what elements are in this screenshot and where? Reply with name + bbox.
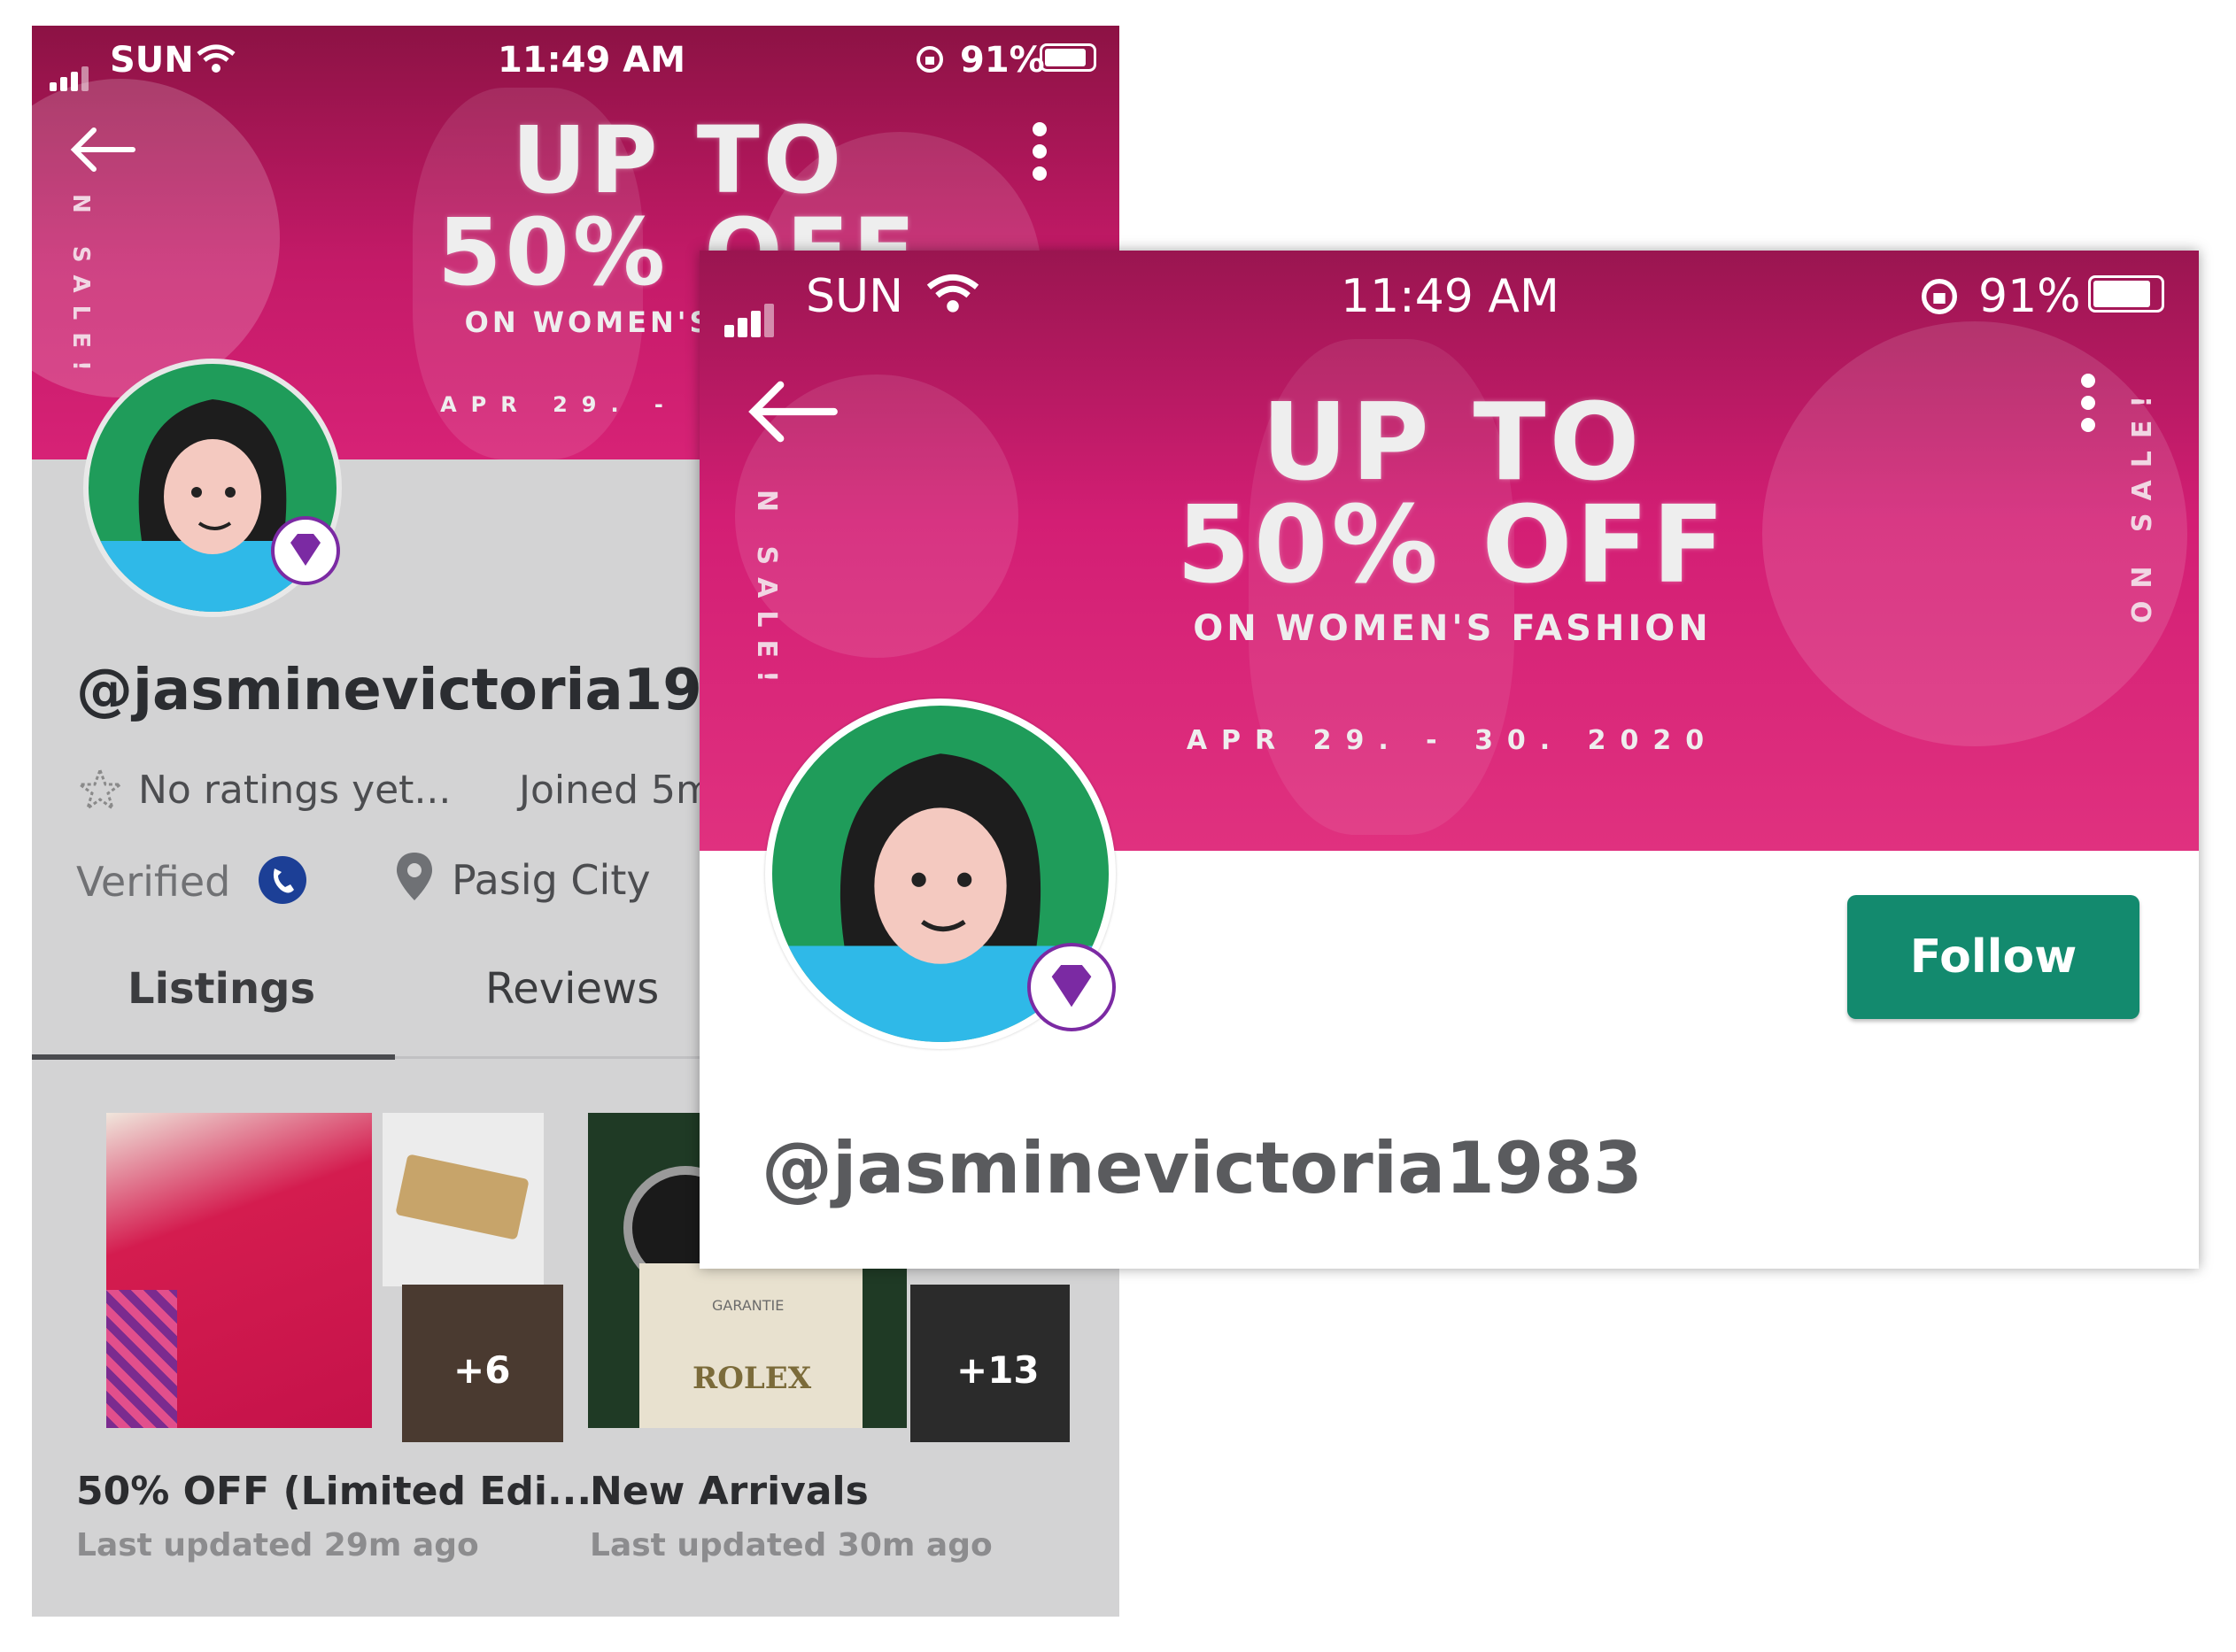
collection-title: New Arrivals [590, 1469, 869, 1514]
battery-icon [2088, 275, 2164, 313]
more-count: +13 [956, 1348, 1040, 1392]
status-time: 11:49 AM [1341, 270, 1559, 323]
promo-line-1: UP TO [1261, 382, 1644, 505]
collection-image-more: +6 [402, 1285, 563, 1442]
tab-active-indicator [32, 1054, 395, 1060]
collection-subtitle: Last updated 29m ago [76, 1527, 479, 1563]
promo-text: UP TO 50% OFF ON WOMEN'S FASHION APR 29.… [1125, 382, 1780, 757]
more-count: +6 [453, 1348, 511, 1392]
star-icon [75, 766, 125, 817]
username: @jasminevictoria1983 [762, 1127, 1643, 1209]
follow-button[interactable]: Follow [1847, 895, 2139, 1019]
battery-icon [1040, 43, 1096, 72]
status-bar: SUN 11:49 AM 91% [700, 261, 2199, 337]
promo-line-2: 50% OFF [1176, 484, 1729, 607]
tab-listings[interactable]: Listings [128, 964, 315, 1014]
ratings-text: No ratings yet... [138, 768, 452, 813]
joined-text: Joined 5m [519, 768, 714, 813]
tab-reviews[interactable]: Reviews [485, 964, 659, 1014]
location-text: Pasig City [452, 856, 651, 904]
more-vert-icon[interactable] [1033, 114, 1047, 189]
signal-icon [50, 50, 92, 91]
premium-badge [1027, 943, 1116, 1031]
rotation-lock-icon [914, 43, 946, 84]
signal-icon [724, 284, 778, 337]
diamond-icon [290, 534, 321, 566]
brand-subtext: GARANTIE [712, 1297, 785, 1314]
back-arrow-icon[interactable] [67, 123, 138, 180]
phone-icon [257, 854, 308, 909]
brand-text: ROLEX [692, 1361, 812, 1396]
collection-title: 50% OFF (Limited Edi... [76, 1469, 592, 1514]
battery-percent: 91% [960, 40, 1045, 81]
premium-badge [271, 516, 340, 585]
carrier-label: SUN [110, 40, 194, 81]
diamond-icon [1051, 965, 1092, 1007]
rotation-lock-icon [1918, 275, 1961, 329]
battery-percent: 91% [1978, 270, 2081, 323]
banner-side-text-left: N SALE! [67, 194, 94, 383]
status-bar: SUN 11:49 AM 91% [32, 33, 1119, 91]
collection-image-wallet [383, 1113, 544, 1286]
wifi-icon [197, 42, 236, 82]
location-pin-icon [393, 851, 436, 907]
collection-image-main [106, 1113, 372, 1428]
username: @jasminevictoria1983 [76, 658, 781, 723]
promo-line-3: ON WOMEN'S FASHION [1193, 608, 1712, 649]
zoomed-profile-header: SUN 11:49 AM 91% N SALE! ON SALE! UP TO … [700, 251, 2199, 1269]
back-arrow-icon[interactable] [744, 374, 841, 452]
banner-side-text-left: N SALE! [751, 490, 782, 695]
verified-label: Verified [76, 858, 231, 906]
carrier-label: SUN [806, 270, 903, 323]
status-time: 11:49 AM [498, 40, 686, 81]
promo-dates: APR 29. - 30. 2020 [1186, 725, 1719, 756]
collection-subtitle: Last updated 30m ago [590, 1527, 993, 1563]
wifi-icon [926, 272, 979, 325]
collection-image-more: +13 [910, 1285, 1070, 1442]
banner-side-text-right: ON SALE! [2127, 383, 2158, 624]
promo-line-1: UP TO [511, 106, 846, 214]
more-vert-icon[interactable] [2081, 366, 2095, 440]
